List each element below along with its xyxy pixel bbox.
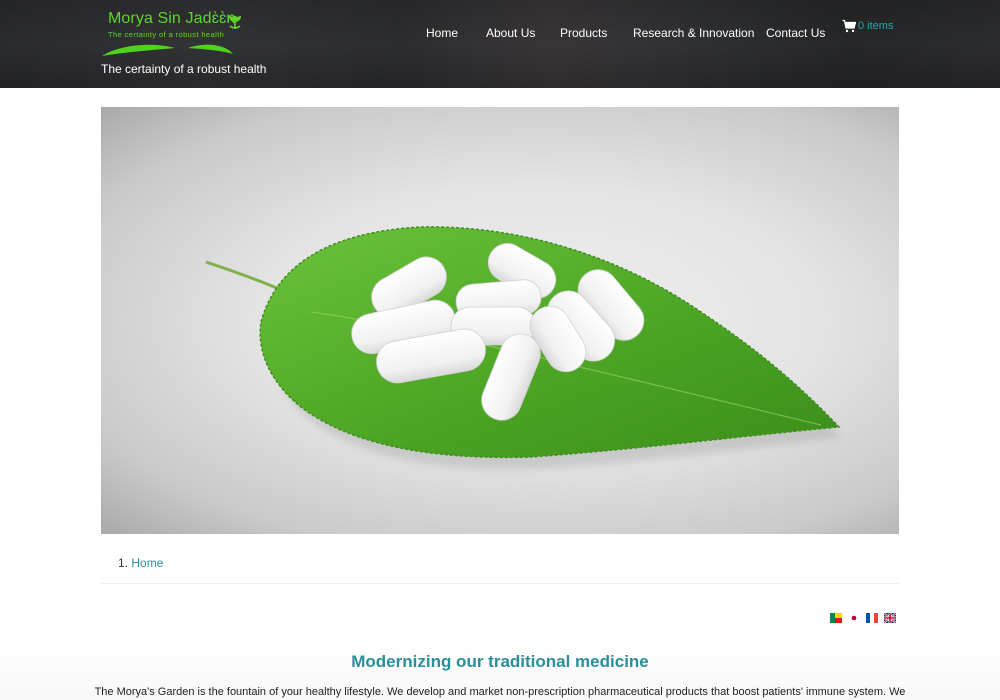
hero-image bbox=[101, 107, 899, 534]
site-header: Morya Sin Jadɛ̀ɛ̀n The certainty of a ro… bbox=[0, 0, 1000, 88]
breadcrumb-home[interactable]: Home bbox=[131, 556, 163, 570]
section-title: Modernizing our traditional medicine bbox=[351, 652, 649, 671]
nav-home[interactable]: Home bbox=[426, 26, 458, 40]
sprout-icon bbox=[229, 15, 241, 29]
japan-flag-icon[interactable] bbox=[848, 613, 860, 623]
cart-count: 0 items bbox=[858, 20, 894, 32]
france-flag-icon[interactable] bbox=[866, 613, 878, 623]
logo-name: Morya Sin Jadɛ̀ɛ̀n bbox=[108, 10, 236, 27]
benin-flag-icon[interactable] bbox=[830, 613, 842, 623]
language-switcher bbox=[830, 612, 896, 624]
breadcrumb-index: 1. bbox=[118, 556, 129, 570]
cart-link[interactable]: 0 items bbox=[842, 18, 893, 34]
logo-leaves-decoration bbox=[102, 44, 233, 56]
pills-on-leaf-illustration bbox=[205, 226, 842, 470]
site-tagline: The certainty of a robust health bbox=[101, 62, 267, 76]
shopping-cart-icon bbox=[842, 19, 856, 33]
nav-about-us[interactable]: About Us bbox=[486, 26, 535, 40]
nav-research-innovation[interactable]: Research & Innovation bbox=[633, 26, 754, 40]
section-body: The Morya's Garden is the fountain of yo… bbox=[94, 686, 906, 698]
breadcrumb-divider bbox=[101, 583, 899, 584]
site-logo[interactable]: Morya Sin Jadɛ̀ɛ̀n The certainty of a ro… bbox=[100, 6, 250, 60]
nav-contact-us[interactable]: Contact Us bbox=[766, 26, 825, 40]
breadcrumb: 1. Home bbox=[118, 556, 163, 570]
uk-flag-icon[interactable] bbox=[884, 613, 896, 623]
logo-subtitle: The certainty of a robust health bbox=[108, 30, 225, 39]
nav-products[interactable]: Products bbox=[560, 26, 607, 40]
